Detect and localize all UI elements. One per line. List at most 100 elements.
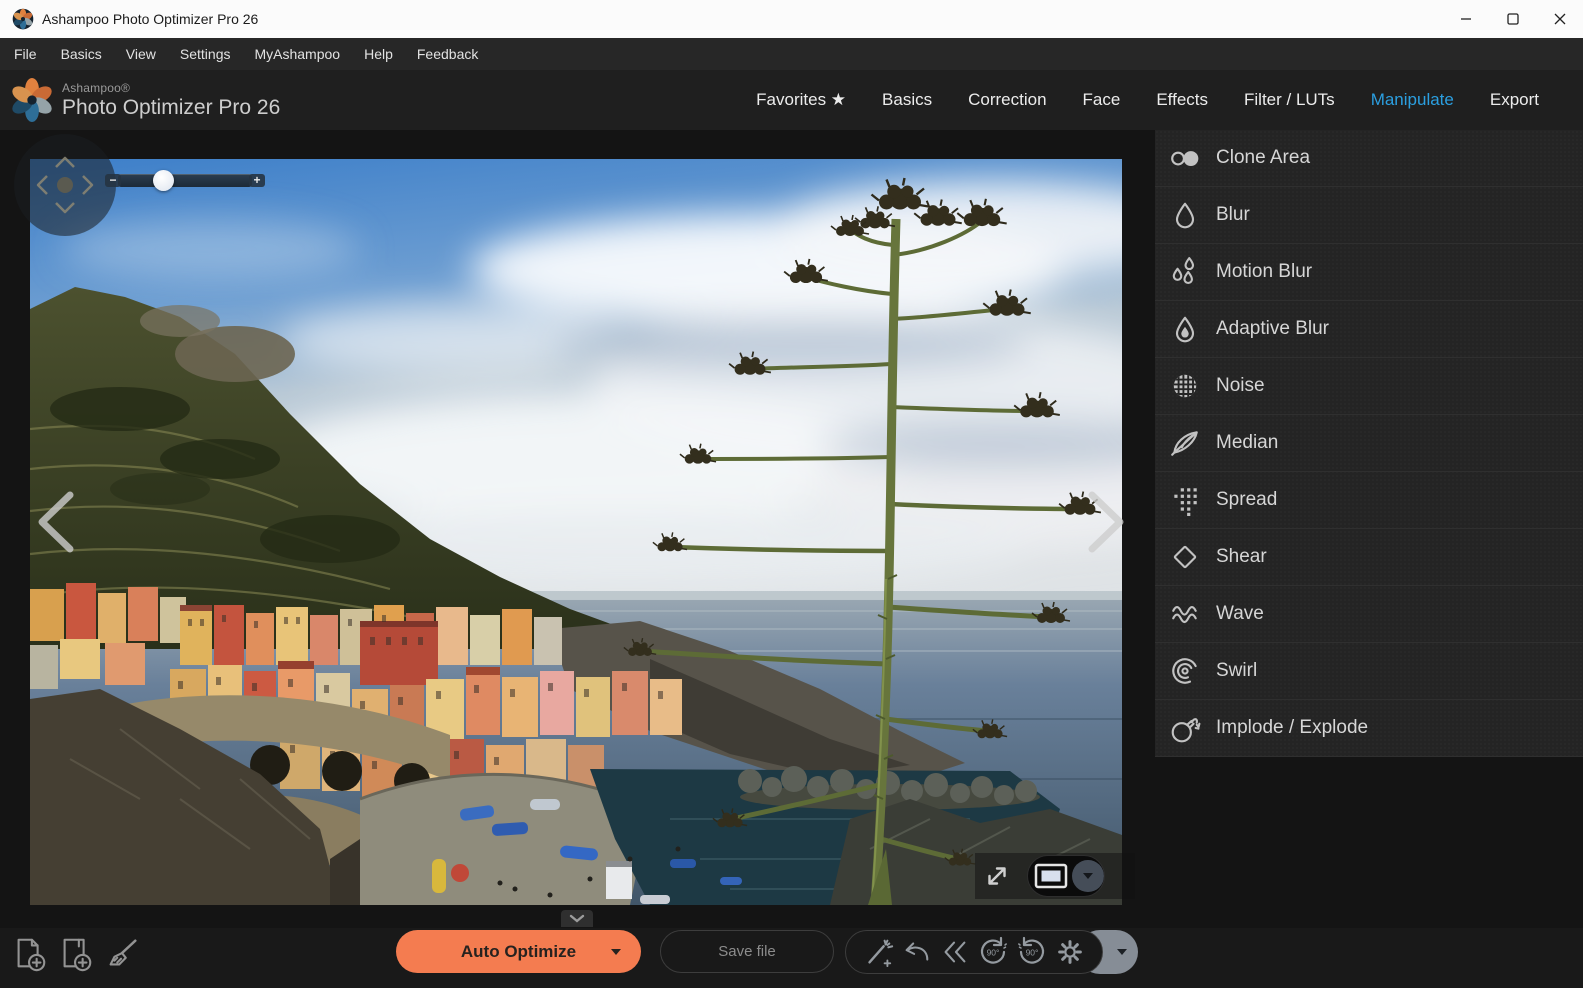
chevron-right-icon — [1080, 490, 1130, 554]
tool-implode-explode[interactable]: Implode / Explode — [1155, 700, 1583, 757]
canvas-view-controls — [975, 853, 1135, 899]
next-image-button[interactable] — [1080, 490, 1130, 554]
add-images-button[interactable] — [54, 932, 98, 976]
tool-label: Median — [1216, 432, 1278, 454]
dropdown-arrow-icon — [1083, 873, 1093, 879]
add-image-button[interactable] — [8, 932, 52, 976]
undo-button[interactable] — [899, 935, 933, 969]
app-window: Ashampoo Photo Optimizer Pro 26 File Bas… — [0, 0, 1583, 988]
fullscreen-button[interactable] — [975, 853, 1019, 899]
tab-face[interactable]: Face — [1083, 90, 1121, 110]
noise-icon — [1169, 370, 1201, 402]
zoom-slider-track[interactable] — [118, 174, 252, 187]
brand: Ashampoo® Photo Optimizer Pro 26 — [10, 78, 280, 122]
blur-icon — [1169, 199, 1201, 231]
zoom-slider-thumb[interactable] — [153, 170, 174, 191]
tool-adaptive-blur[interactable]: Adaptive Blur — [1155, 301, 1583, 358]
brand-name-small: Ashampoo® — [62, 81, 280, 95]
menu-basics[interactable]: Basics — [49, 38, 114, 70]
tab-manipulate[interactable]: Manipulate — [1371, 90, 1454, 110]
close-icon — [1554, 13, 1566, 25]
chevron-left-icon — [32, 490, 82, 554]
previous-image-button[interactable] — [32, 490, 82, 554]
rotate-cw-button[interactable]: 90° — [1015, 935, 1049, 969]
undo-all-icon — [939, 936, 971, 968]
tool-label: Adaptive Blur — [1216, 318, 1329, 340]
rotate-cw-icon: 90° — [1015, 935, 1049, 969]
zoom-slider[interactable]: − + — [105, 170, 265, 191]
single-view-icon — [1034, 863, 1068, 889]
tool-blur[interactable]: Blur — [1155, 187, 1583, 244]
collapse-filmstrip-button[interactable] — [561, 910, 593, 927]
chevron-down-icon — [569, 914, 585, 923]
maximize-button[interactable] — [1489, 0, 1536, 38]
nav-tabs: Favorites ★ Basics Correction Face Effec… — [756, 70, 1539, 130]
brand-logo-icon — [10, 78, 54, 122]
tool-shear[interactable]: Shear — [1155, 529, 1583, 586]
minimize-button[interactable] — [1442, 0, 1489, 38]
menu-view[interactable]: View — [114, 38, 168, 70]
tab-effects[interactable]: Effects — [1156, 90, 1208, 110]
clean-broom-button[interactable] — [100, 932, 144, 976]
rotate-ccw-icon: 90° — [976, 935, 1010, 969]
view-mode-button[interactable] — [1028, 856, 1073, 896]
zoom-out-button[interactable]: − — [105, 174, 121, 187]
add-images-icon — [57, 935, 95, 973]
bottom-toolbar: Auto Optimize Save file — [0, 928, 1583, 988]
pan-control[interactable] — [14, 134, 116, 236]
add-image-icon — [11, 935, 49, 973]
photo-canvas[interactable] — [30, 159, 1122, 905]
tab-export[interactable]: Export — [1490, 90, 1539, 110]
broom-icon — [103, 935, 141, 973]
menu-myashampoo[interactable]: MyAshampoo — [242, 38, 352, 70]
auto-optimize-dropdown-icon[interactable] — [611, 949, 621, 955]
swirl-icon — [1169, 655, 1201, 687]
auto-optimize-button[interactable]: Auto Optimize — [396, 930, 641, 973]
motion-blur-icon — [1169, 256, 1201, 288]
titlebar: Ashampoo Photo Optimizer Pro 26 — [0, 0, 1583, 38]
tool-spread[interactable]: Spread — [1155, 472, 1583, 529]
undo-icon — [900, 936, 932, 968]
auto-optimize-label: Auto Optimize — [461, 942, 576, 962]
zoom-in-button[interactable]: + — [249, 174, 265, 187]
clone-area-icon — [1169, 142, 1201, 174]
tool-median[interactable]: Median — [1155, 415, 1583, 472]
menu-feedback[interactable]: Feedback — [405, 38, 490, 70]
median-icon — [1169, 427, 1201, 459]
tool-wave[interactable]: Wave — [1155, 586, 1583, 643]
menu-help[interactable]: Help — [352, 38, 405, 70]
maximize-icon — [1507, 13, 1519, 25]
adaptive-blur-icon — [1169, 313, 1201, 345]
tool-motion-blur[interactable]: Motion Blur — [1155, 244, 1583, 301]
tool-label: Spread — [1216, 489, 1277, 511]
svg-text:90°: 90° — [987, 948, 1000, 958]
spread-icon — [1169, 484, 1201, 516]
undo-all-button[interactable] — [938, 935, 972, 969]
tab-basics[interactable]: Basics — [882, 90, 932, 110]
tool-swirl[interactable]: Swirl — [1155, 643, 1583, 700]
manipulate-tools-panel: Clone Area Blur Motion Blur — [1155, 130, 1583, 757]
tool-label: Motion Blur — [1216, 261, 1312, 283]
edit-tools-group: 90° 90° — [845, 930, 1103, 974]
close-button[interactable] — [1536, 0, 1583, 38]
app-logo-icon — [12, 8, 34, 30]
implode-explode-icon — [1169, 712, 1201, 744]
view-mode-control[interactable] — [1027, 855, 1105, 897]
magic-wand-button[interactable] — [861, 935, 895, 969]
menu-settings[interactable]: Settings — [168, 38, 243, 70]
tool-clone-area[interactable]: Clone Area — [1155, 130, 1583, 187]
view-mode-dropdown[interactable] — [1072, 860, 1104, 892]
tab-correction[interactable]: Correction — [968, 90, 1046, 110]
tool-noise[interactable]: Noise — [1155, 358, 1583, 415]
minimize-icon — [1460, 13, 1472, 25]
menubar: File Basics View Settings MyAshampoo Hel… — [0, 38, 1583, 70]
tab-favorites[interactable]: Favorites ★ — [756, 90, 846, 110]
rotate-ccw-button[interactable]: 90° — [976, 935, 1010, 969]
menu-file[interactable]: File — [2, 38, 49, 70]
photo-manarola — [30, 159, 1122, 905]
tool-label: Implode / Explode — [1216, 717, 1368, 739]
tab-filter-luts[interactable]: Filter / LUTs — [1244, 90, 1335, 110]
tool-label: Swirl — [1216, 660, 1257, 682]
save-file-button[interactable]: Save file — [660, 930, 834, 973]
settings-button[interactable] — [1053, 935, 1087, 969]
